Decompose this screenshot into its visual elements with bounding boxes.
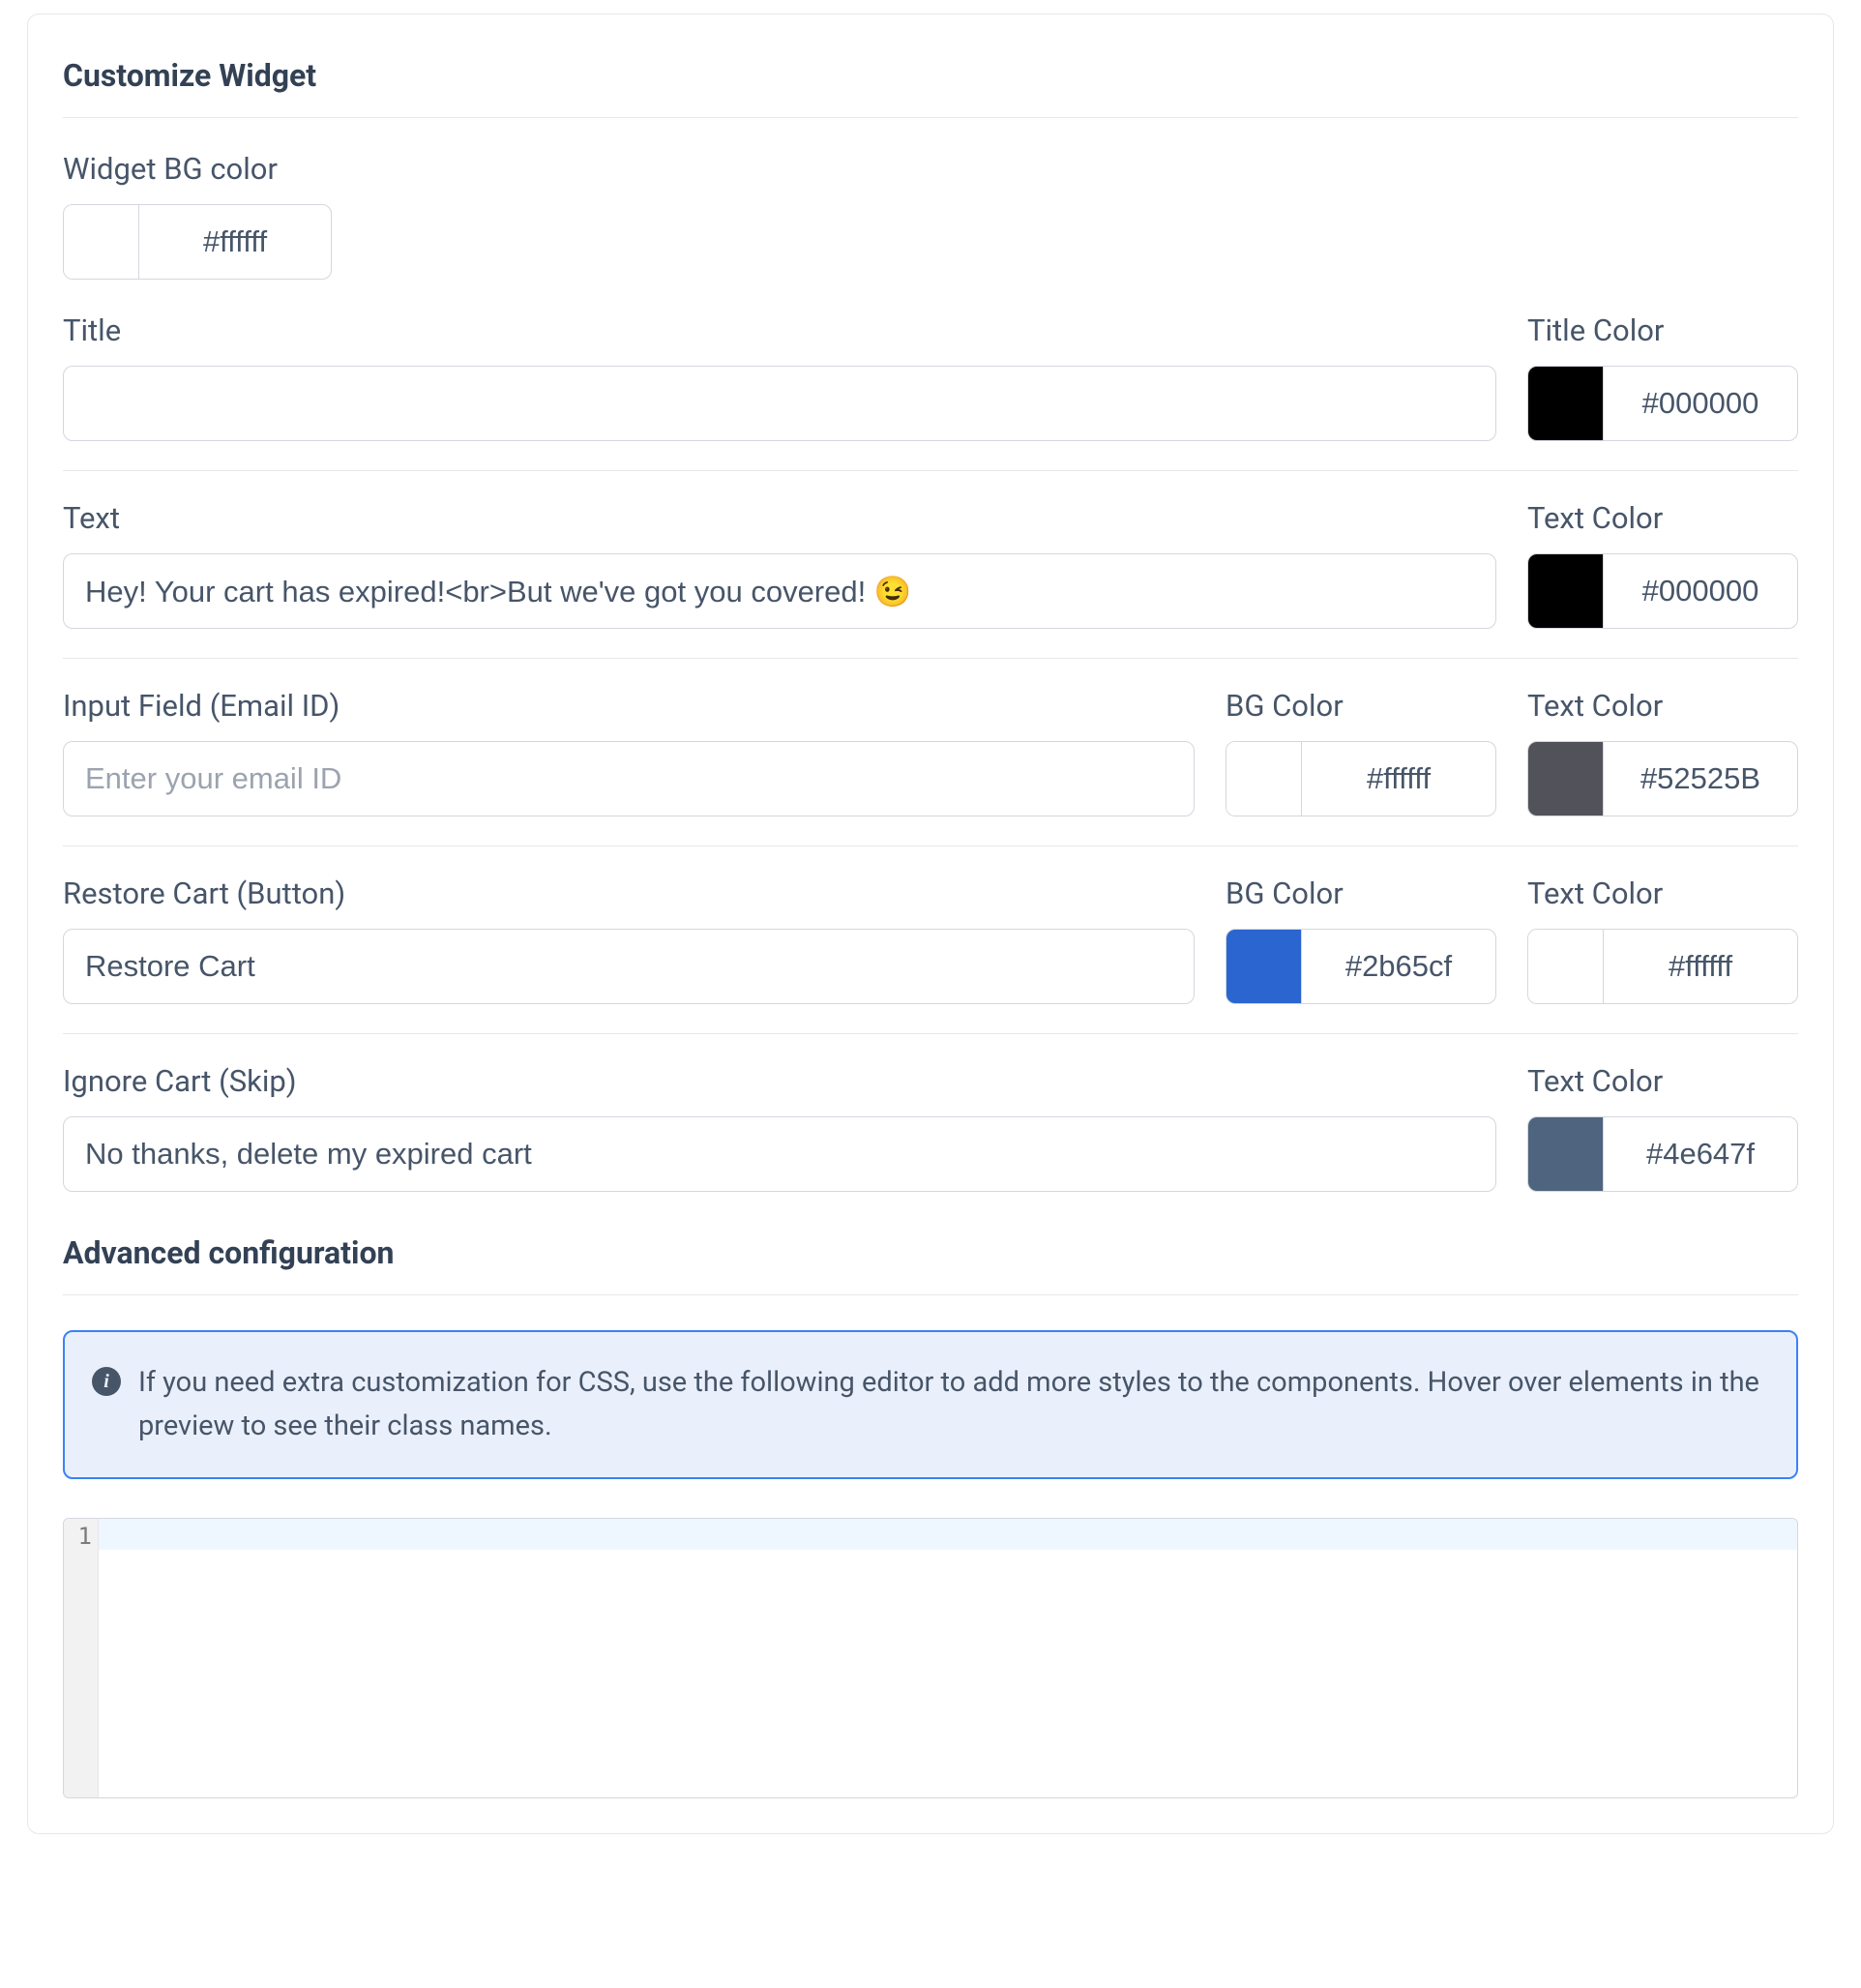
ignore-input[interactable] xyxy=(63,1116,1496,1192)
title-color-input[interactable] xyxy=(1604,367,1797,440)
customize-widget-card: Customize Widget Widget BG color Title T… xyxy=(27,14,1834,1834)
widget-bg-input[interactable] xyxy=(139,205,331,279)
restore-text-color-input[interactable] xyxy=(1604,930,1797,1003)
title-color-label: Title Color xyxy=(1527,312,1798,348)
restore-bg-label: BG Color xyxy=(1226,875,1496,911)
text-color-swatch[interactable] xyxy=(1528,554,1604,628)
css-editor: 1 xyxy=(63,1518,1798,1798)
ignore-label: Ignore Cart (Skip) xyxy=(63,1063,1496,1099)
css-editor-input[interactable] xyxy=(99,1519,1797,1797)
input-bg-swatch[interactable] xyxy=(1226,742,1302,816)
ignore-text-color-input[interactable] xyxy=(1604,1117,1797,1191)
ignore-text-color-swatch[interactable] xyxy=(1528,1117,1604,1191)
restore-bg-input[interactable] xyxy=(1302,930,1495,1003)
info-text: If you need extra customization for CSS,… xyxy=(138,1361,1769,1448)
input-text-color-input[interactable] xyxy=(1604,742,1797,816)
input-text-color-swatch[interactable] xyxy=(1528,742,1604,816)
widget-bg-label: Widget BG color xyxy=(63,151,1798,187)
restore-label: Restore Cart (Button) xyxy=(63,875,1195,911)
text-label: Text xyxy=(63,500,1496,536)
ignore-text-color-group xyxy=(1527,1116,1798,1192)
info-alert: i If you need extra customization for CS… xyxy=(63,1330,1798,1479)
text-color-group xyxy=(1527,553,1798,629)
gutter-line-1: 1 xyxy=(64,1523,92,1550)
editor-gutter: 1 xyxy=(64,1519,99,1797)
section-title-advanced: Advanced configuration xyxy=(63,1234,1798,1295)
email-input[interactable] xyxy=(63,741,1195,816)
restore-bg-group xyxy=(1226,929,1496,1004)
restore-bg-swatch[interactable] xyxy=(1226,930,1302,1003)
text-color-input[interactable] xyxy=(1604,554,1797,628)
title-color-group xyxy=(1527,366,1798,441)
ignore-text-color-label: Text Color xyxy=(1527,1063,1798,1099)
widget-bg-swatch[interactable] xyxy=(64,205,139,279)
input-text-color-label: Text Color xyxy=(1527,688,1798,724)
title-input[interactable] xyxy=(63,366,1496,441)
widget-bg-color-group xyxy=(63,204,332,280)
restore-text-color-label: Text Color xyxy=(1527,875,1798,911)
input-field-label: Input Field (Email ID) xyxy=(63,688,1195,724)
input-bg-input[interactable] xyxy=(1302,742,1495,816)
title-label: Title xyxy=(63,312,1496,348)
section-title-customize: Customize Widget xyxy=(63,57,1798,118)
info-icon: i xyxy=(92,1367,121,1396)
input-text-color-group xyxy=(1527,741,1798,816)
text-color-label: Text Color xyxy=(1527,500,1798,536)
restore-text-color-group xyxy=(1527,929,1798,1004)
input-bg-group xyxy=(1226,741,1496,816)
input-bg-label: BG Color xyxy=(1226,688,1496,724)
restore-input[interactable] xyxy=(63,929,1195,1004)
text-input[interactable] xyxy=(63,553,1496,629)
restore-text-color-swatch[interactable] xyxy=(1528,930,1604,1003)
title-color-swatch[interactable] xyxy=(1528,367,1604,440)
